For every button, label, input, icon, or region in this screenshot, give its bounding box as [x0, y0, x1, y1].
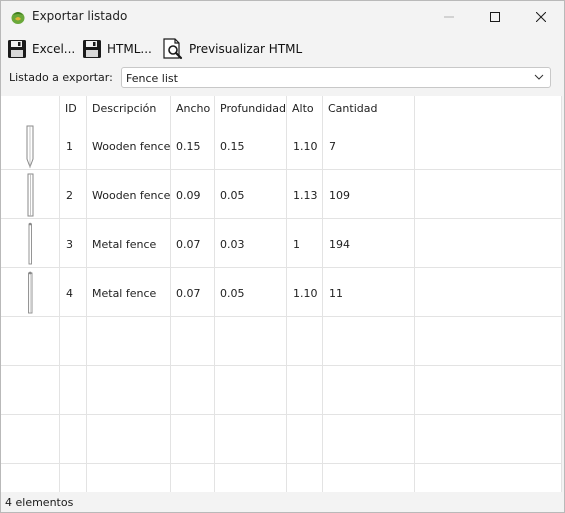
fence-thumbnail — [27, 173, 34, 217]
floppy-disk-icon — [8, 40, 26, 58]
cell-ancho: 0.09 — [176, 189, 201, 202]
cell-profundidad: 0.15 — [220, 140, 245, 153]
list-selector-value: Fence list — [126, 72, 178, 85]
preview-html-button[interactable]: Previsualizar HTML — [162, 37, 302, 61]
cell-descripcion: Wooden fence — [92, 189, 171, 202]
cell-alto: 1 — [293, 238, 300, 251]
window-title: Exportar listado — [32, 9, 128, 23]
column-header-id[interactable]: ID — [65, 102, 77, 115]
cell-id: 4 — [66, 287, 73, 300]
export-excel-label: Excel... — [32, 42, 76, 56]
close-button[interactable] — [518, 1, 564, 33]
cell-cantidad: 7 — [329, 140, 336, 153]
cell-ancho: 0.07 — [176, 287, 201, 300]
export-html-button[interactable]: HTML... — [82, 37, 152, 61]
cell-profundidad: 0.03 — [220, 238, 245, 251]
toolbar: Excel... HTML... Previsualizar HTML — [1, 35, 564, 63]
cell-alto: 1.10 — [293, 287, 318, 300]
fence-thumbnail — [28, 271, 33, 314]
cell-descripcion: Wooden fence — [92, 140, 171, 153]
column-header-cantidad[interactable]: Cantidad — [328, 102, 377, 115]
fence-thumbnail — [26, 125, 34, 169]
column-header-ancho[interactable]: Ancho — [176, 102, 210, 115]
list-selector-dropdown[interactable]: Fence list — [121, 67, 551, 88]
list-selector-row: Listado a exportar: Fence list — [1, 65, 564, 92]
minimize-button[interactable] — [426, 1, 472, 33]
close-icon — [536, 12, 546, 22]
chevron-down-icon — [534, 74, 544, 80]
maximize-icon — [490, 12, 500, 22]
column-header-profundidad[interactable]: Profundidad — [220, 102, 286, 115]
cell-descripcion: Metal fence — [92, 238, 157, 251]
magnifier-document-icon — [163, 38, 183, 60]
cell-alto: 1.13 — [293, 189, 318, 202]
cell-id: 3 — [66, 238, 73, 251]
cell-descripcion: Metal fence — [92, 287, 157, 300]
cell-profundidad: 0.05 — [220, 189, 245, 202]
preview-html-label: Previsualizar HTML — [189, 42, 303, 56]
cell-cantidad: 194 — [329, 238, 350, 251]
cell-cantidad: 11 — [329, 287, 343, 300]
cell-cantidad: 109 — [329, 189, 350, 202]
title-bar: Exportar listado — [1, 1, 564, 33]
data-grid[interactable]: ID Descripción Ancho Profundidad Alto Ca… — [1, 96, 562, 492]
column-header-descripcion[interactable]: Descripción — [92, 102, 156, 115]
maximize-button[interactable] — [472, 1, 518, 33]
status-count: 4 elementos — [5, 496, 74, 509]
export-list-window: Exportar listado Excel... HTML... Previs… — [0, 0, 565, 513]
cell-profundidad: 0.05 — [220, 287, 245, 300]
cell-ancho: 0.07 — [176, 238, 201, 251]
list-selector-label: Listado a exportar: — [9, 71, 113, 84]
export-html-label: HTML... — [107, 42, 152, 56]
status-bar: 4 elementos — [1, 493, 564, 512]
cell-id: 1 — [66, 140, 73, 153]
cell-alto: 1.10 — [293, 140, 318, 153]
floppy-disk-icon — [83, 40, 101, 58]
app-icon — [11, 12, 25, 24]
fence-thumbnail — [28, 222, 32, 265]
cell-ancho: 0.15 — [176, 140, 201, 153]
column-header-alto[interactable]: Alto — [292, 102, 314, 115]
cell-id: 2 — [66, 189, 73, 202]
minimize-icon — [444, 16, 454, 18]
export-excel-button[interactable]: Excel... — [7, 37, 75, 61]
